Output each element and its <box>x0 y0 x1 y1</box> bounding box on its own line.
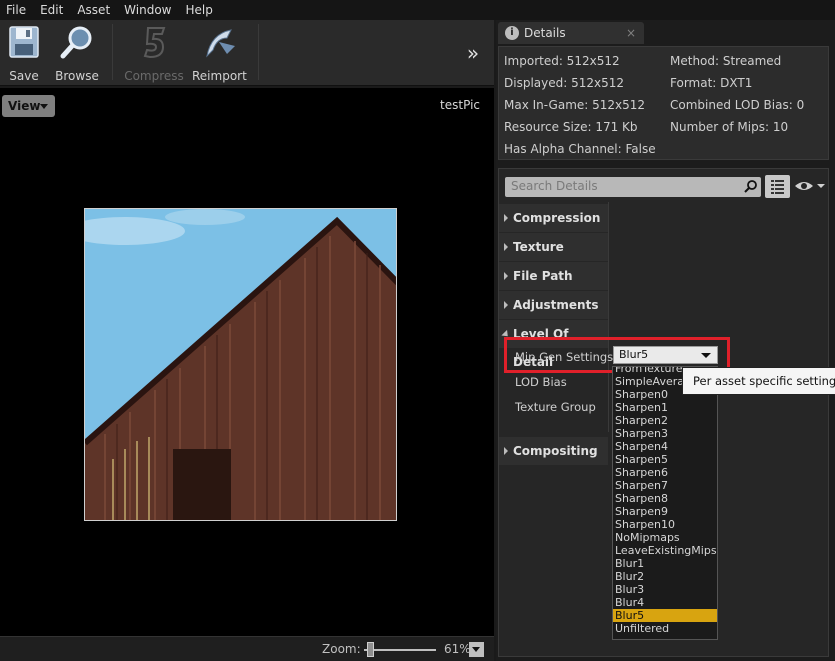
browse-button[interactable]: Browse <box>54 24 100 83</box>
category-adjustments[interactable]: Adjustments <box>499 291 608 319</box>
menu-window[interactable]: Window <box>118 0 179 20</box>
zoom-dropdown-button[interactable] <box>469 642 484 657</box>
dropdown-option-blur4[interactable]: Blur4 <box>613 596 717 609</box>
info-displayed: Displayed: 512x512 <box>504 76 624 90</box>
menu-help[interactable]: Help <box>179 0 220 20</box>
reimport-button[interactable]: Reimport <box>192 24 247 83</box>
dropdown-option-sharpen1[interactable]: Sharpen1 <box>613 401 717 414</box>
zoom-slider-track[interactable] <box>364 649 436 651</box>
visibility-button[interactable] <box>794 178 826 194</box>
browse-label: Browse <box>55 69 99 83</box>
search-icon <box>744 180 757 193</box>
category-label: Compositing <box>513 444 598 458</box>
dropdown-option-blur3[interactable]: Blur3 <box>613 583 717 596</box>
texture-preview <box>84 208 397 521</box>
toolbar-overflow-icon[interactable]: » <box>462 42 484 64</box>
dropdown-option-sharpen10[interactable]: Sharpen10 <box>613 518 717 531</box>
dropdown-option-unfiltered[interactable]: Unfiltered <box>613 622 717 635</box>
menu-file[interactable]: File <box>0 0 34 20</box>
info-icon: i <box>505 26 519 40</box>
category-file-path[interactable]: File Path <box>499 262 608 290</box>
zoom-label: Zoom: <box>322 642 361 656</box>
dropdown-option-sharpen7[interactable]: Sharpen7 <box>613 479 717 492</box>
compress-button[interactable]: Compress <box>124 24 184 83</box>
asset-name-label: testPic <box>440 98 480 112</box>
list-view-button[interactable] <box>765 175 790 198</box>
view-label: View <box>8 99 41 113</box>
save-icon <box>6 24 42 60</box>
menu-bar: File Edit Asset Window Help <box>0 0 835 20</box>
dropdown-option-leaveexistingmips[interactable]: LeaveExistingMips <box>613 544 717 557</box>
dropdown-option-nomipmaps[interactable]: NoMipmaps <box>613 531 717 544</box>
info-num-mips: Number of Mips: 10 <box>670 120 789 134</box>
close-icon[interactable]: × <box>626 22 636 44</box>
zoom-slider-thumb[interactable] <box>367 642 374 657</box>
eye-icon <box>795 182 825 190</box>
toolbar: Save Browse Compress Reimport » <box>0 20 494 86</box>
reimport-label: Reimport <box>192 69 247 83</box>
search-input[interactable]: Search Details <box>505 177 761 197</box>
menu-edit[interactable]: Edit <box>34 0 71 20</box>
view-menu-button[interactable]: View <box>2 95 55 117</box>
category-texture[interactable]: Texture <box>499 233 608 261</box>
category-label: Compression <box>513 211 601 225</box>
info-method: Method: Streamed <box>670 54 782 68</box>
list-icon <box>771 180 784 194</box>
texture-viewport[interactable]: View testPic <box>0 88 494 636</box>
magnifier-icon <box>59 24 95 60</box>
category-label: File Path <box>513 269 573 283</box>
toolbar-divider <box>112 24 113 80</box>
dropdown-option-sharpen4[interactable]: Sharpen4 <box>613 440 717 453</box>
zoom-value: 61% <box>444 642 471 656</box>
tooltip: Per asset specific setting to <box>682 367 835 395</box>
reimport-icon <box>201 24 237 60</box>
info-combined-lod-bias: Combined LOD Bias: 0 <box>670 98 805 112</box>
info-imported: Imported: 512x512 <box>504 54 620 68</box>
dropdown-option-sharpen2[interactable]: Sharpen2 <box>613 414 717 427</box>
dropdown-option-blur2[interactable]: Blur2 <box>613 570 717 583</box>
dropdown-option-sharpen8[interactable]: Sharpen8 <box>613 492 717 505</box>
dropdown-option-sharpen9[interactable]: Sharpen9 <box>613 505 717 518</box>
dropdown-option-sharpen3[interactable]: Sharpen3 <box>613 427 717 440</box>
dropdown-option-sharpen5[interactable]: Sharpen5 <box>613 453 717 466</box>
compress-label: Compress <box>124 69 184 83</box>
compress-icon <box>136 24 172 60</box>
tab-details-label: Details <box>524 26 566 40</box>
info-max-in-game: Max In-Game: 512x512 <box>504 98 646 112</box>
category-compression[interactable]: Compression <box>499 204 608 232</box>
save-label: Save <box>9 69 39 83</box>
zoom-bar: Zoom: 61% <box>0 636 494 661</box>
tab-details[interactable]: i Details × <box>498 22 644 44</box>
info-has-alpha: Has Alpha Channel: False <box>504 142 656 156</box>
toolbar-divider <box>258 24 259 80</box>
dropdown-option-sharpen6[interactable]: Sharpen6 <box>613 466 717 479</box>
save-button[interactable]: Save <box>4 24 44 83</box>
info-format: Format: DXT1 <box>670 76 753 90</box>
lod-bias-label: LOD Bias <box>515 375 567 389</box>
info-resource-size: Resource Size: 171 Kb <box>504 120 638 134</box>
category-compositing[interactable]: Compositing <box>499 437 608 465</box>
search-placeholder: Search Details <box>511 179 598 193</box>
texture-group-label: Texture Group <box>515 400 596 414</box>
category-label: Texture <box>513 240 564 254</box>
texture-info-box: Imported: 512x512 Displayed: 512x512 Max… <box>498 46 829 160</box>
category-label: Adjustments <box>513 298 599 312</box>
menu-asset[interactable]: Asset <box>71 0 118 20</box>
dropdown-option-blur1[interactable]: Blur1 <box>613 557 717 570</box>
chevron-down-icon <box>40 104 48 109</box>
dropdown-option-blur5[interactable]: Blur5 <box>613 609 717 622</box>
mip-gen-dropdown-list[interactable]: FromTextureGroup SimpleAverage Sharpen0 Sha… <box>612 366 718 640</box>
